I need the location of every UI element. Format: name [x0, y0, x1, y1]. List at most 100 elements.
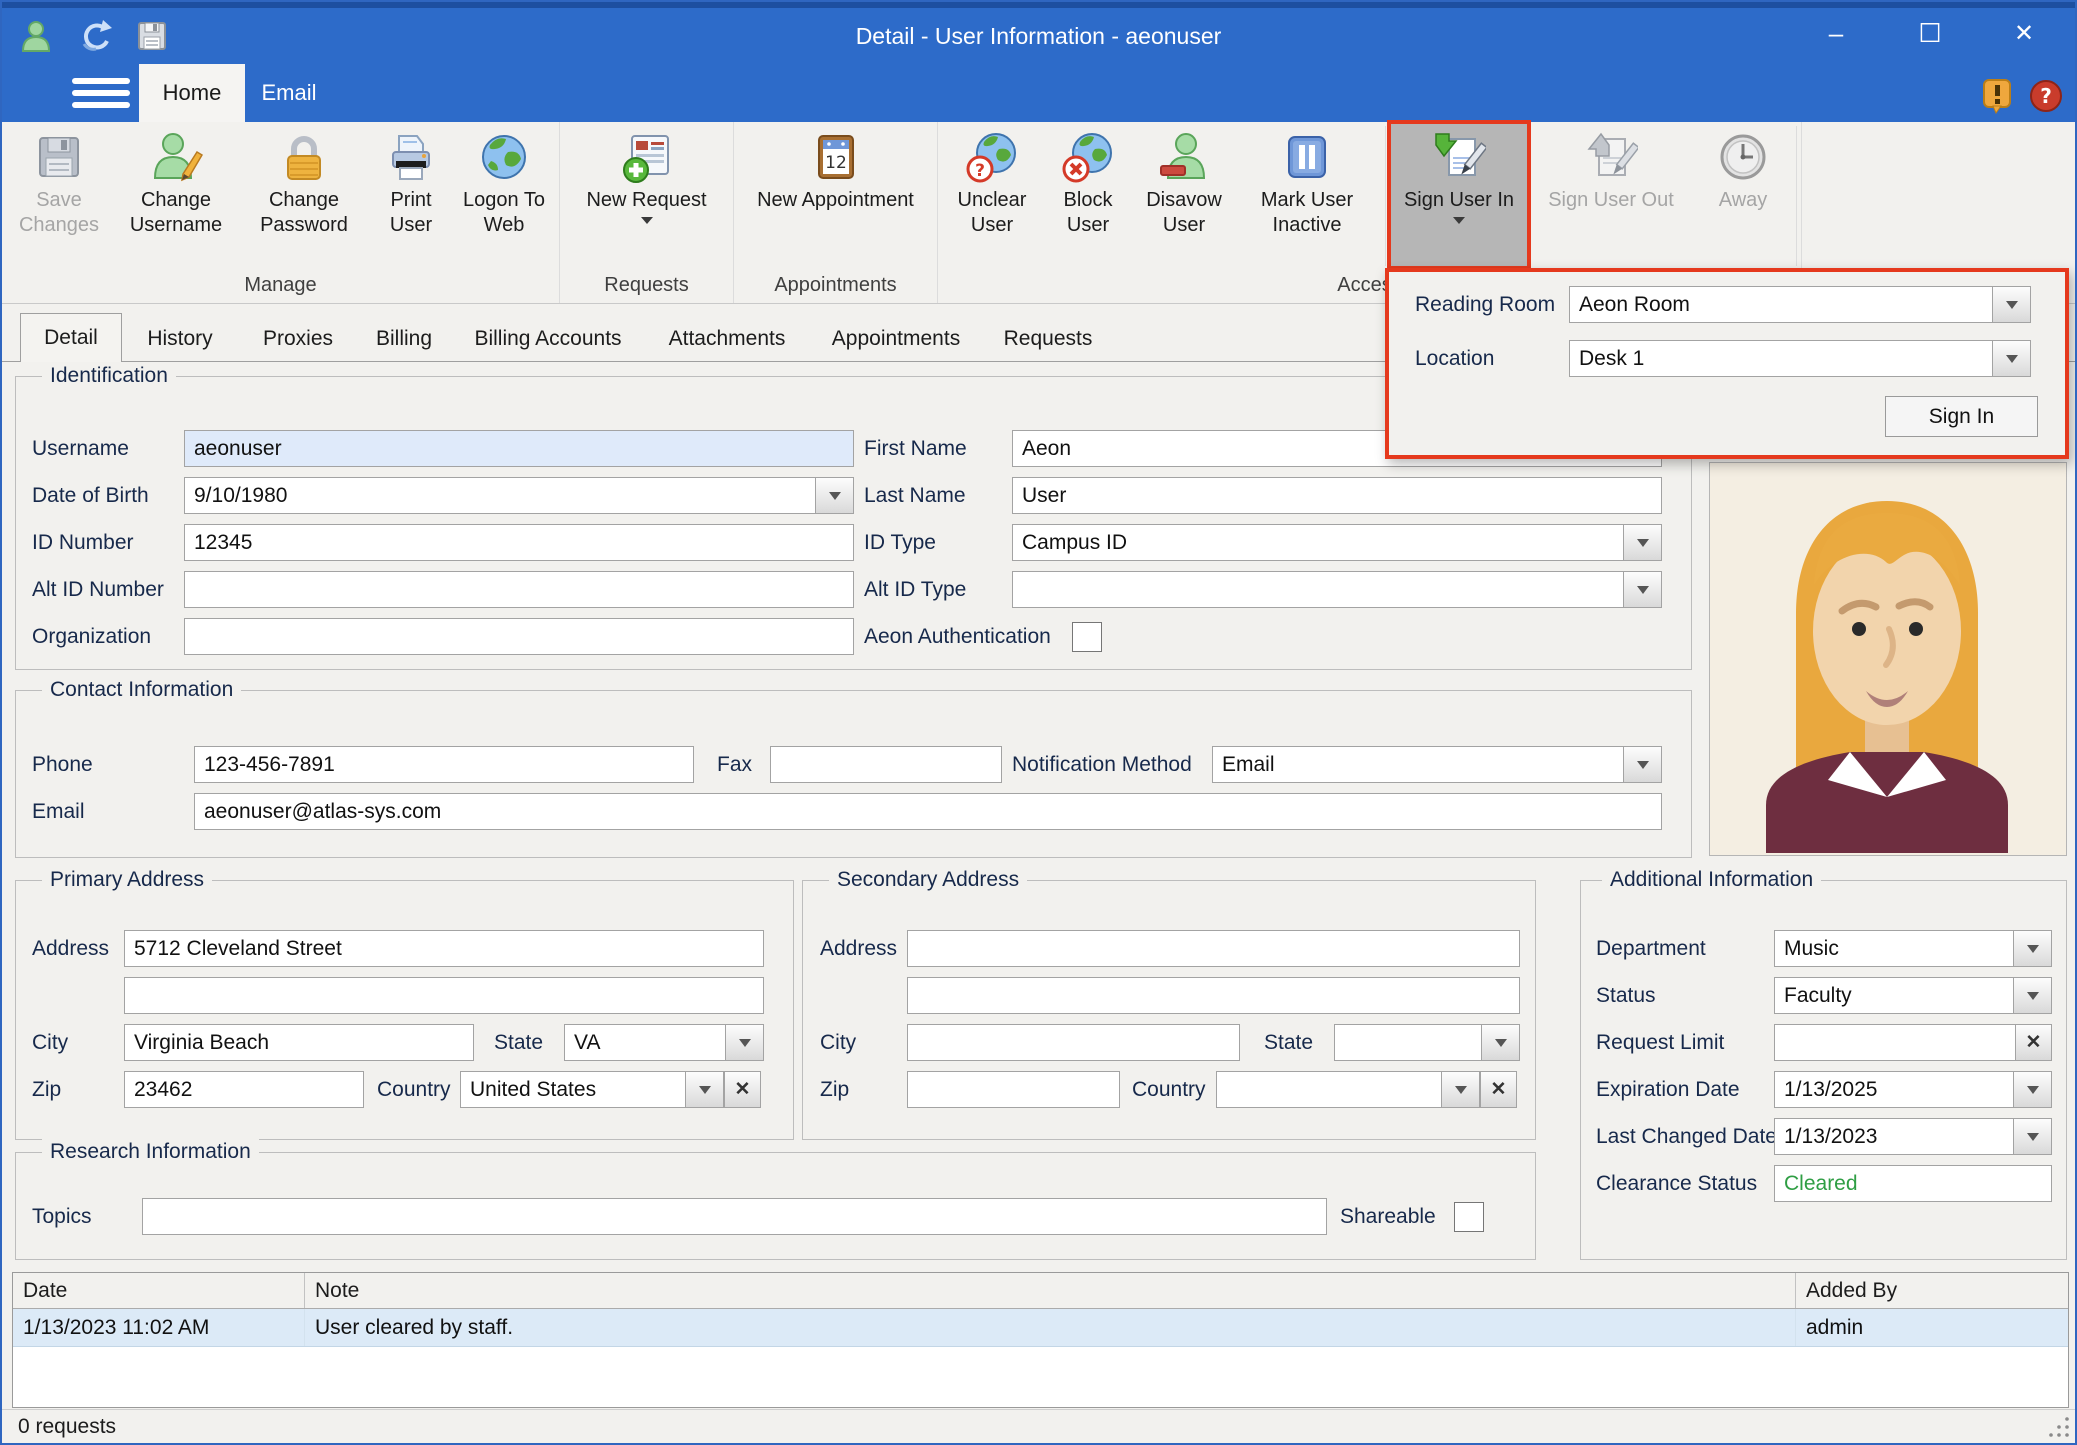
mark-user-inactive-button[interactable]: Mark User Inactive [1234, 124, 1380, 266]
tab-billing-accounts[interactable]: Billing Accounts [460, 317, 636, 361]
tab-requests[interactable]: Requests [992, 317, 1104, 361]
tab-home[interactable]: Home [139, 64, 245, 122]
phone-field[interactable]: 123-456-7891 [194, 746, 694, 783]
fax-label: Fax [717, 746, 752, 783]
help-button[interactable]: ? [2028, 78, 2064, 114]
maximize-button[interactable]: ☐ [1883, 2, 1977, 64]
ribbon-separator [1385, 126, 1386, 266]
secondary-city-field[interactable] [907, 1024, 1240, 1061]
notes-table: Date Note Added By 1/13/2023 11:02 AM Us… [12, 1272, 2069, 1408]
date-of-birth-field[interactable]: 9/10/1980 [184, 477, 854, 514]
dropdown-button[interactable] [2013, 977, 2052, 1014]
table-row[interactable]: 1/13/2023 11:02 AM User cleared by staff… [13, 1309, 2068, 1347]
dropdown-button[interactable] [1441, 1071, 1480, 1108]
secondary-zip-field[interactable] [907, 1071, 1120, 1108]
department-field[interactable]: Music [1774, 930, 2052, 967]
topics-field[interactable] [142, 1198, 1327, 1235]
away-button: Away [1695, 124, 1791, 266]
minimize-button[interactable]: – [1789, 2, 1883, 64]
svg-text:?: ? [975, 161, 985, 181]
dropdown-button[interactable] [2013, 1118, 2052, 1155]
save-quick-button[interactable] [132, 16, 172, 56]
new-request-button[interactable]: New Request [567, 124, 727, 266]
dropdown-button[interactable] [725, 1024, 764, 1061]
tab-billing[interactable]: Billing [364, 317, 444, 361]
secondary-country-clear-button[interactable]: ✕ [1480, 1071, 1517, 1108]
address-label: Address [820, 930, 897, 967]
dropdown-button[interactable] [1623, 746, 1662, 783]
dropdown-button[interactable] [685, 1071, 724, 1108]
id-number-field[interactable]: 12345 [184, 524, 854, 561]
tab-detail[interactable]: Detail [20, 313, 122, 362]
secondary-state-field[interactable] [1334, 1024, 1520, 1061]
zip-label: Zip [820, 1071, 849, 1108]
alt-id-number-field[interactable] [184, 571, 854, 608]
aeon-authentication-label: Aeon Authentication [864, 618, 1051, 655]
column-header-date: Date [13, 1273, 305, 1308]
dropdown-button[interactable] [1623, 571, 1662, 608]
reading-room-select[interactable]: Aeon Room [1569, 286, 2031, 323]
last-changed-date-field[interactable]: 1/13/2023 [1774, 1118, 2052, 1155]
primary-country-field[interactable]: United States [460, 1071, 724, 1108]
disavow-user-button[interactable]: Disavow User [1134, 124, 1234, 266]
notifications-button[interactable] [1980, 78, 2016, 114]
sign-user-in-icon [1432, 130, 1486, 184]
expiration-date-field[interactable]: 1/13/2025 [1774, 1071, 2052, 1108]
user-quick-button[interactable] [16, 16, 56, 56]
primary-country-clear-button[interactable]: ✕ [724, 1071, 761, 1108]
primary-address-line1-field[interactable]: 5712 Cleveland Street [124, 930, 764, 967]
tab-proxies[interactable]: Proxies [250, 317, 346, 361]
unclear-user-button[interactable]: ? Unclear User [942, 124, 1042, 266]
secondary-country-field[interactable] [1216, 1071, 1480, 1108]
tab-appointments[interactable]: Appointments [818, 317, 974, 361]
close-button[interactable]: ✕ [1977, 2, 2071, 64]
primary-address-line2-field[interactable] [124, 977, 764, 1014]
dropdown-button[interactable] [1623, 524, 1662, 561]
logon-to-web-button[interactable]: Logon To Web [454, 124, 554, 266]
primary-city-field[interactable]: Virginia Beach [124, 1024, 474, 1061]
notification-method-field[interactable]: Email [1212, 746, 1662, 783]
tab-attachments[interactable]: Attachments [654, 317, 800, 361]
resize-grip-icon[interactable] [2047, 1415, 2071, 1439]
alt-id-type-field[interactable] [1012, 571, 1662, 608]
dropdown-button[interactable] [815, 477, 854, 514]
request-limit-field[interactable] [1774, 1024, 2016, 1061]
sign-user-in-dropdown-arrow-icon[interactable] [1453, 217, 1465, 224]
change-password-button[interactable]: Change Password [240, 124, 368, 266]
fax-field[interactable] [770, 746, 1002, 783]
aeon-authentication-checkbox[interactable] [1072, 622, 1102, 652]
dropdown-button[interactable] [2013, 1071, 2052, 1108]
secondary-address-line1-field[interactable] [907, 930, 1520, 967]
primary-zip-field[interactable]: 23462 [124, 1071, 364, 1108]
column-header-added-by: Added By [1796, 1273, 2068, 1308]
sign-user-in-button[interactable]: Sign User In [1391, 124, 1527, 266]
secondary-address-line2-field[interactable] [907, 977, 1520, 1014]
last-name-field[interactable]: User [1012, 477, 1662, 514]
new-appointment-button[interactable]: 12 New Appointment [740, 124, 932, 266]
dropdown-button[interactable] [1992, 286, 2031, 323]
change-username-button[interactable]: Change Username [112, 124, 240, 266]
dropdown-button[interactable] [1992, 340, 2031, 377]
email-field[interactable]: aeonuser@atlas-sys.com [194, 793, 1662, 830]
status-field[interactable]: Faculty [1774, 977, 2052, 1014]
tab-email[interactable]: Email [245, 64, 333, 122]
dropdown-button[interactable] [1481, 1024, 1520, 1061]
dropdown-button[interactable] [2013, 930, 2052, 967]
id-type-field[interactable]: Campus ID [1012, 524, 1662, 561]
print-user-button[interactable]: Print User [368, 124, 454, 266]
primary-state-field[interactable]: VA [564, 1024, 764, 1061]
sign-in-button[interactable]: Sign In [1885, 396, 2038, 437]
block-user-button[interactable]: Block User [1042, 124, 1134, 266]
last-name-label: Last Name [864, 477, 966, 514]
menu-button[interactable] [60, 71, 142, 115]
first-name-label: First Name [864, 430, 967, 467]
organization-field[interactable] [184, 618, 854, 655]
undo-quick-button[interactable] [74, 16, 114, 56]
location-select[interactable]: Desk 1 [1569, 340, 2031, 377]
location-label: Location [1415, 340, 1494, 377]
new-request-dropdown-arrow-icon[interactable] [641, 217, 653, 224]
username-field[interactable]: aeonuser [184, 430, 854, 467]
request-limit-clear-button[interactable]: ✕ [2015, 1024, 2052, 1061]
tab-history[interactable]: History [130, 317, 230, 361]
shareable-checkbox[interactable] [1454, 1202, 1484, 1232]
